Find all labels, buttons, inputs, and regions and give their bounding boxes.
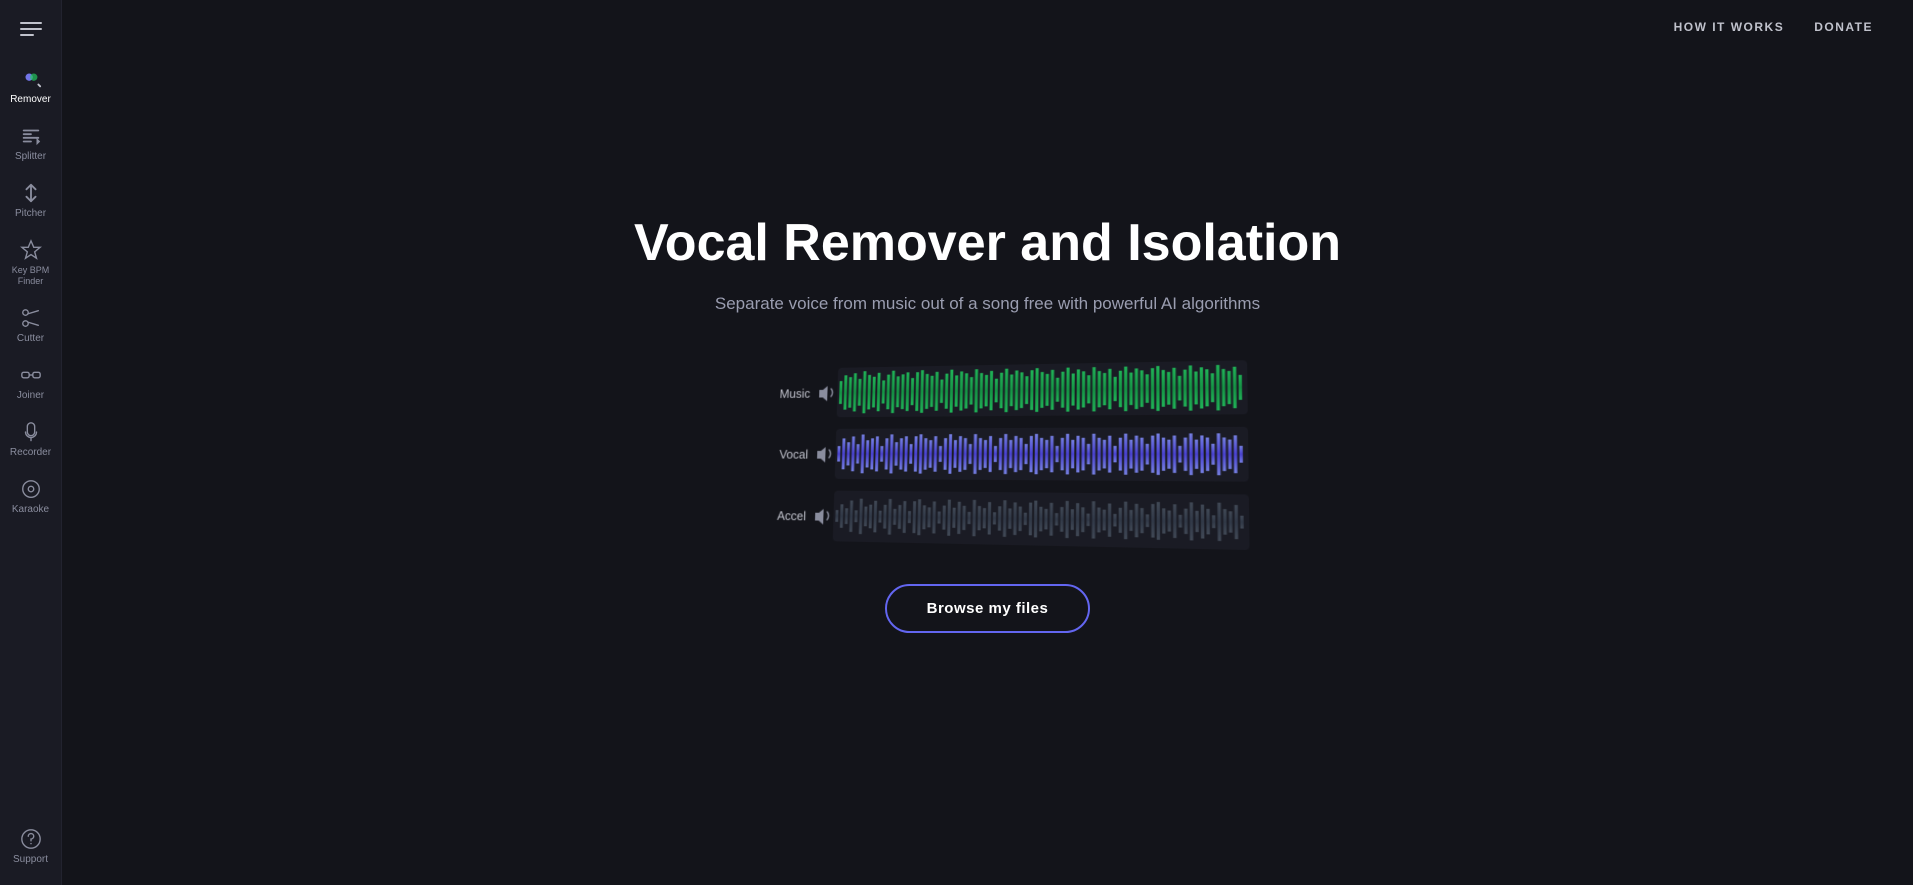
karaoke-icon	[20, 478, 42, 500]
track-label-music: Music	[779, 386, 810, 401]
track-label-vocal: Vocal	[779, 447, 808, 461]
recorder-icon	[20, 421, 42, 443]
hamburger-icon	[20, 22, 42, 36]
menu-button[interactable]	[0, 10, 61, 48]
cutter-icon	[20, 307, 42, 329]
track-row-other: Accel	[750, 490, 1249, 550]
hero-section: Vocal Remover and Isolation Separate voi…	[62, 0, 1913, 885]
sidebar-label-joiner: Joiner	[17, 390, 44, 401]
waveform-wrapper: Music	[751, 361, 1249, 540]
browse-files-button[interactable]: Browse my files	[885, 584, 1091, 633]
track-info-other: Accel	[751, 506, 833, 525]
sidebar-label-pitcher: Pitcher	[15, 208, 46, 219]
sidebar-label-karaoke: Karaoke	[12, 504, 49, 515]
track-info-music: Music	[756, 384, 837, 402]
volume-icon-vocal	[815, 445, 836, 462]
sidebar: Remover Splitter Pitcher Key BPM Finder …	[0, 0, 62, 885]
track-label-other: Accel	[776, 508, 805, 523]
joiner-icon	[20, 364, 42, 386]
support-icon	[20, 828, 42, 850]
volume-icon-music	[817, 384, 838, 401]
sidebar-item-splitter[interactable]: Splitter	[0, 115, 61, 172]
sidebar-label-splitter: Splitter	[15, 151, 46, 162]
sidebar-item-remover[interactable]: Remover	[0, 58, 61, 115]
sidebar-item-support[interactable]: Support	[0, 818, 61, 875]
waveform-other	[832, 491, 1249, 551]
sidebar-item-joiner[interactable]: Joiner	[0, 354, 61, 411]
main-content: HOW IT WORKS DONATE Vocal Remover and Is…	[62, 0, 1913, 885]
splitter-icon	[20, 125, 42, 147]
waveform-container: Music	[738, 364, 1238, 534]
remover-icon	[20, 68, 42, 90]
sidebar-item-pitcher[interactable]: Pitcher	[0, 172, 61, 229]
track-row-music: Music	[755, 361, 1247, 419]
pitcher-icon	[20, 182, 42, 204]
sidebar-label-remover: Remover	[10, 94, 51, 105]
hero-title: Vocal Remover and Isolation	[634, 212, 1341, 274]
sidebar-label-key-bpm: Key BPM Finder	[5, 265, 56, 287]
waveform-vocal	[834, 427, 1248, 482]
key-bpm-icon	[20, 239, 42, 261]
sidebar-item-karaoke[interactable]: Karaoke	[0, 468, 61, 525]
support-label: Support	[13, 854, 48, 865]
sidebar-label-recorder: Recorder	[10, 447, 51, 458]
track-info-vocal: Vocal	[753, 445, 835, 462]
hero-subtitle: Separate voice from music out of a song …	[715, 294, 1260, 314]
waveform-music	[836, 361, 1247, 418]
volume-icon-other	[813, 507, 834, 525]
sidebar-item-cutter[interactable]: Cutter	[0, 297, 61, 354]
sidebar-item-recorder[interactable]: Recorder	[0, 411, 61, 468]
track-row-vocal: Vocal	[753, 427, 1248, 482]
sidebar-item-key-bpm[interactable]: Key BPM Finder	[0, 229, 61, 297]
sidebar-label-cutter: Cutter	[17, 333, 44, 344]
